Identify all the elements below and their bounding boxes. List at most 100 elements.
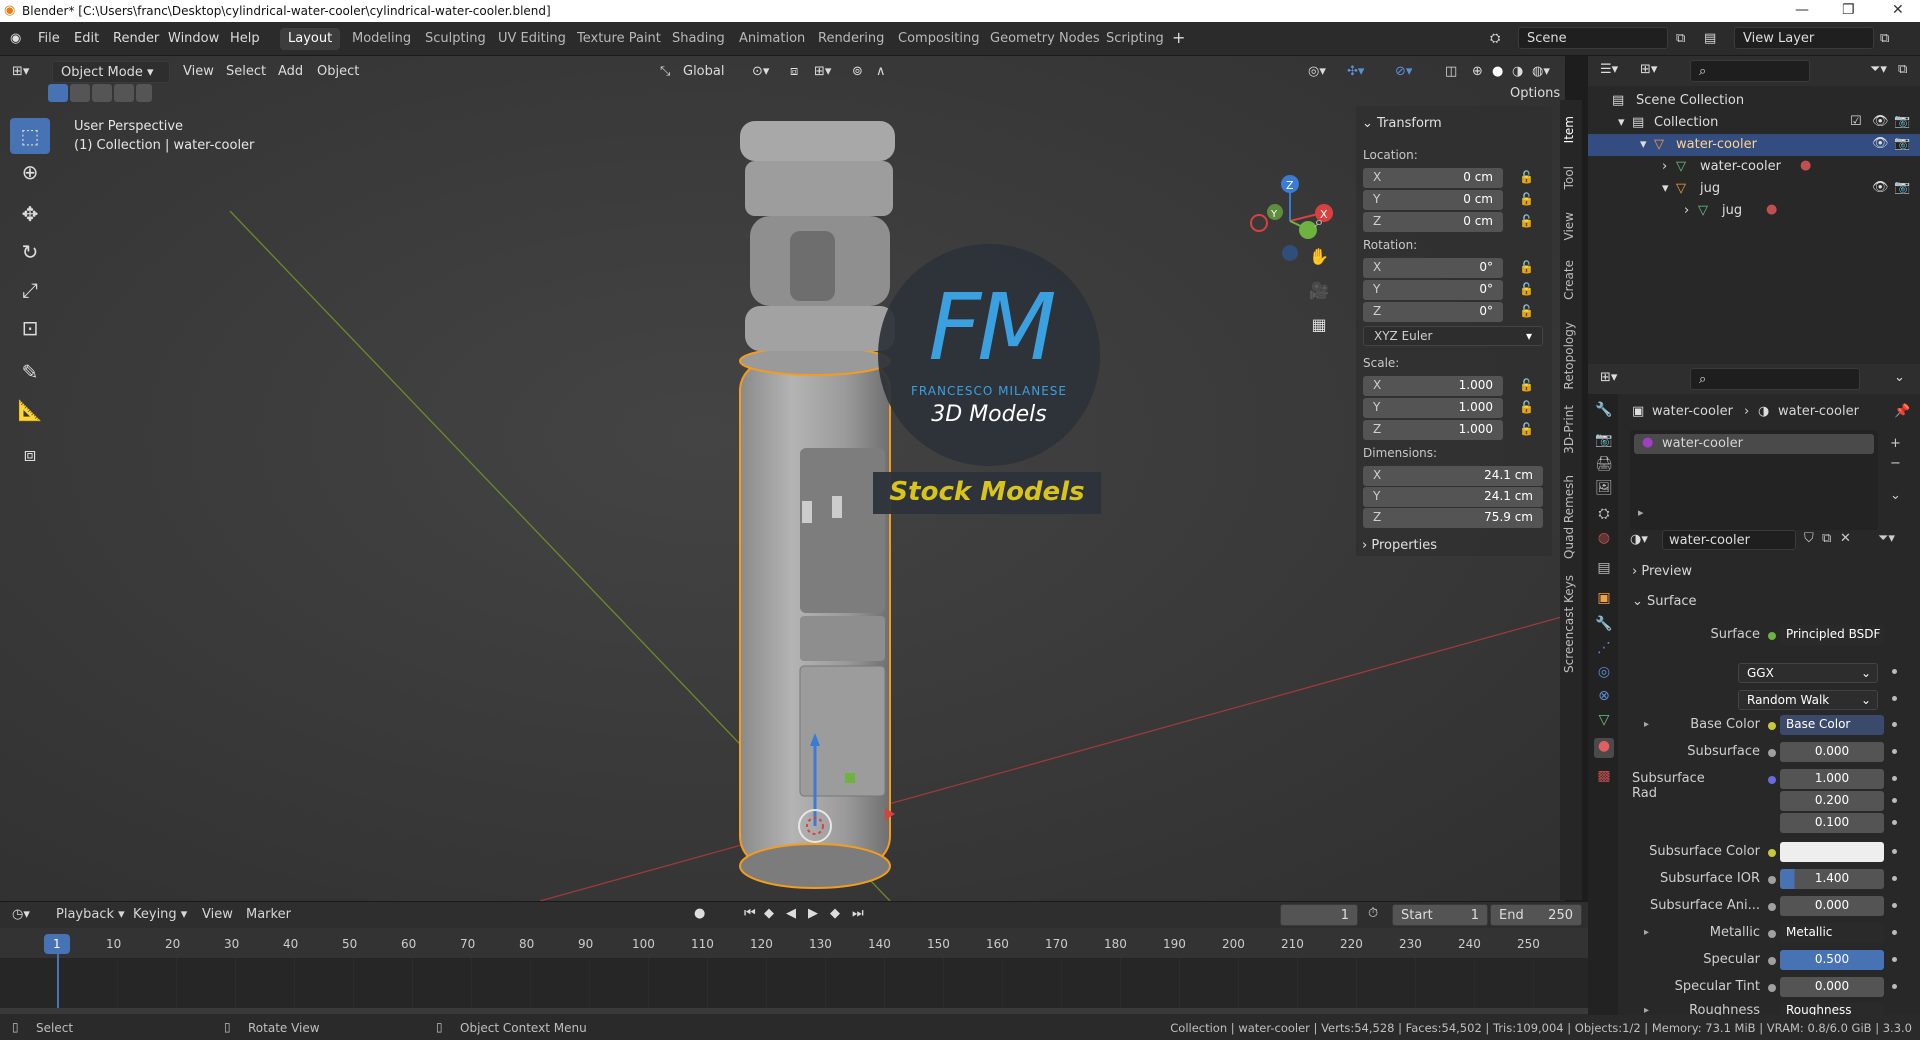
tab-compositing[interactable]: Compositing xyxy=(890,28,988,50)
keyframe-dot[interactable] xyxy=(1892,776,1897,781)
tab-shading[interactable]: Shading xyxy=(664,28,733,50)
overlay-toggle-icon[interactable]: ⊘▾ xyxy=(1395,64,1412,79)
material-shading-icon[interactable]: ◑ xyxy=(1512,64,1523,79)
specular-slider[interactable]: 0.500 xyxy=(1780,950,1884,970)
jump-end-icon[interactable]: ⏭ xyxy=(852,906,864,921)
texture-tab-icon[interactable]: ▩ xyxy=(1594,768,1614,788)
surface-shader-select[interactable]: Principled BSDF xyxy=(1780,625,1884,645)
next-keyframe-icon[interactable]: ◆ xyxy=(830,906,840,921)
material-tab-icon[interactable]: ● xyxy=(1594,738,1614,758)
menu-help[interactable]: Help xyxy=(230,31,260,46)
camera-icon[interactable]: 📷 xyxy=(1894,136,1910,151)
solid-shading-icon[interactable]: ● xyxy=(1492,64,1503,79)
keyframe-dot[interactable] xyxy=(1892,849,1897,854)
prev-keyframe-icon[interactable]: ◆ xyxy=(764,906,774,921)
scale-z-field[interactable]: Z 1.000 xyxy=(1363,420,1503,440)
lock-icon[interactable]: 🔓 xyxy=(1519,304,1534,318)
tab-texture-paint[interactable]: Texture Paint xyxy=(569,28,669,50)
outliner-search[interactable]: ⌕ xyxy=(1690,60,1810,82)
rotate-tool[interactable]: ↻ xyxy=(10,234,50,270)
proportional-edit-icon[interactable]: ⊚ xyxy=(852,64,863,79)
maximize-icon[interactable]: ❐ xyxy=(1842,2,1855,18)
visibility-icon[interactable]: ◎▾ xyxy=(1308,64,1326,79)
tab-item[interactable]: Item xyxy=(1562,116,1576,143)
lock-icon[interactable]: 🔓 xyxy=(1519,260,1534,274)
eye-icon[interactable]: 👁 xyxy=(1872,180,1889,195)
eye-icon[interactable]: 👁 xyxy=(1872,136,1889,151)
subsurface-method-select[interactable]: Random Walk ⌄ xyxy=(1738,690,1878,710)
metallic-link[interactable]: Metallic xyxy=(1780,923,1884,943)
pivot-icon[interactable]: ⊙▾ xyxy=(752,64,769,79)
slot-specials-icon[interactable]: ⌄ xyxy=(1890,488,1901,503)
collection-tab-icon[interactable]: ▤ xyxy=(1594,560,1614,580)
checkbox-icon[interactable]: ☑ xyxy=(1850,114,1862,129)
jump-start-icon[interactable]: ⏮ xyxy=(744,906,756,921)
menu-object[interactable]: Object xyxy=(317,64,359,79)
transform-orientation-icon[interactable]: ⤡ xyxy=(660,64,670,79)
snap-target-icon[interactable]: ⊞▾ xyxy=(814,64,831,79)
move-tool[interactable]: ✥ xyxy=(10,196,50,232)
outliner-row-collection[interactable]: ▾ ▤ Collection ☑ 👁 📷 xyxy=(1588,112,1920,134)
rotation-y-field[interactable]: Y 0° xyxy=(1363,280,1503,300)
3d-viewport[interactable]: Z X Y FM FRANCESCO MILANESE 3D Models St… xyxy=(0,56,1565,901)
keyframe-dot[interactable] xyxy=(1892,820,1897,825)
preview-panel-header[interactable]: › Preview xyxy=(1632,564,1692,579)
snap-icon[interactable]: ⧈ xyxy=(790,64,798,79)
minimize-icon[interactable]: — xyxy=(1795,2,1809,18)
subsurface-field[interactable]: 0.000 xyxy=(1780,742,1884,762)
constraints-tab-icon[interactable]: ⊗ xyxy=(1594,688,1614,708)
tab-screencast-keys[interactable]: Screencast Keys xyxy=(1562,575,1576,673)
water-cooler-model[interactable] xyxy=(739,121,895,889)
menu-view[interactable]: View xyxy=(183,64,214,79)
keyframe-dot[interactable] xyxy=(1892,798,1897,803)
pin-icon[interactable]: 📌 xyxy=(1894,404,1910,419)
fake-user-icon[interactable]: ⛉ xyxy=(1804,531,1814,546)
dimension-y-field[interactable]: Y 24.1 cm xyxy=(1363,487,1543,507)
rotation-z-field[interactable]: Z 0° xyxy=(1363,302,1503,322)
select-subtract-icon[interactable] xyxy=(92,84,112,102)
dimension-x-field[interactable]: X 24.1 cm xyxy=(1363,466,1543,486)
tab-retopology[interactable]: Retopology xyxy=(1562,322,1576,390)
keyframe-dot[interactable] xyxy=(1892,749,1897,754)
add-workspace-icon[interactable]: + xyxy=(1172,28,1185,47)
lock-icon[interactable]: 🔓 xyxy=(1519,378,1534,392)
gizmo-toggle-icon[interactable]: ✣▾ xyxy=(1347,64,1364,79)
keyframe-dot[interactable] xyxy=(1892,930,1897,935)
select-extend-icon[interactable] xyxy=(70,84,90,102)
new-collection-icon[interactable]: ⧉ xyxy=(1898,62,1907,77)
duplicate-icon[interactable]: ⧉ xyxy=(1822,531,1831,546)
scene-tab-icon[interactable]: ⛭ xyxy=(1594,506,1614,526)
tab-sculpting[interactable]: Sculpting xyxy=(417,28,494,50)
keyframe-dot[interactable] xyxy=(1892,876,1897,881)
outliner-row-scene-collection[interactable]: ▤ Scene Collection xyxy=(1588,90,1920,112)
tool-tab-icon[interactable]: 🔧 xyxy=(1594,402,1614,422)
material-name-field[interactable]: water-cooler xyxy=(1662,530,1796,550)
render-tab-icon[interactable]: 📷 xyxy=(1594,432,1614,452)
lock-icon[interactable]: 🔓 xyxy=(1519,170,1534,184)
lock-icon[interactable]: 🔓 xyxy=(1519,422,1534,436)
outliner-row-water-cooler-mesh[interactable]: › ▽ water-cooler ● xyxy=(1588,156,1920,178)
location-x-field[interactable]: X0 cm xyxy=(1363,168,1503,188)
material-browse-icon[interactable]: ◑▾ xyxy=(1630,532,1648,547)
specular-tint-field[interactable]: 0.000 xyxy=(1780,977,1884,997)
start-frame-field[interactable]: Start 1 xyxy=(1392,904,1488,926)
transform-header[interactable]: ⌄ Transform xyxy=(1362,116,1442,131)
camera-view-icon[interactable]: 🎥 xyxy=(1305,276,1333,304)
data-tab-icon[interactable]: ▽ xyxy=(1594,712,1614,732)
transform-tool[interactable]: ⊡ xyxy=(10,310,50,346)
record-icon[interactable]: ● xyxy=(694,906,705,921)
scale-tool[interactable]: ⤢ xyxy=(10,272,50,308)
tab-quad-remesh[interactable]: Quad Remesh xyxy=(1562,475,1576,559)
play-reverse-icon[interactable]: ◀ xyxy=(786,906,796,921)
tab-modeling[interactable]: Modeling xyxy=(344,28,419,50)
subsurface-color-swatch[interactable] xyxy=(1780,842,1884,862)
particles-tab-icon[interactable]: ⋰ xyxy=(1594,640,1614,660)
pan-hand-icon[interactable]: ✋ xyxy=(1305,242,1333,270)
select-new-icon[interactable] xyxy=(48,84,68,102)
current-frame-field[interactable]: 1 xyxy=(1280,904,1358,926)
keyframe-dot[interactable] xyxy=(1892,669,1897,674)
properties-subpanel-header[interactable]: › Properties xyxy=(1362,538,1437,553)
location-y-field[interactable]: Y0 cm xyxy=(1363,190,1503,210)
timeline-track[interactable] xyxy=(0,958,1588,1008)
rotation-x-field[interactable]: X 0° xyxy=(1363,258,1503,278)
